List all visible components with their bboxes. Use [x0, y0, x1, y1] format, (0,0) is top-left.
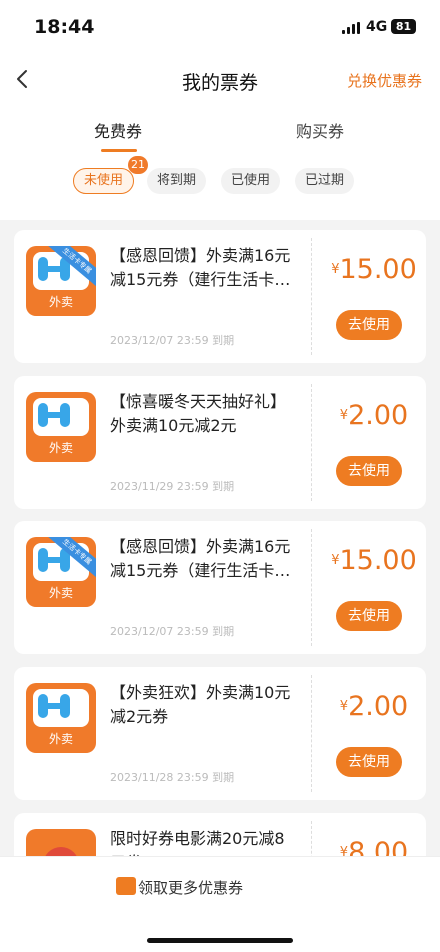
- filter-expired[interactable]: 已过期: [295, 168, 355, 194]
- coupon-title: 【感恩回馈】外卖满16元减15元券（建行生活卡…: [110, 537, 291, 580]
- coupon-price: ¥15.00: [331, 254, 417, 285]
- coupon-title: 【惊喜暖冬天天抽好礼】外卖满10元减2元: [110, 392, 287, 435]
- tab-purchased[interactable]: 购买券: [296, 118, 344, 142]
- filter-expiring[interactable]: 将到期: [147, 168, 207, 194]
- coupon-card[interactable]: 外卖 【惊喜暖冬天天抽好礼】外卖满10元减2元 2023/11/29 23:59…: [14, 376, 426, 509]
- dashed-divider: [311, 529, 312, 646]
- takeout-logo-icon: 生活卡专属 外卖: [26, 246, 96, 316]
- coupon-price: ¥2.00: [339, 691, 409, 722]
- home-indicator: [147, 938, 293, 943]
- logo-label: 外卖: [48, 586, 73, 600]
- coupon-expiry: 2023/11/29 23:59 到期: [110, 480, 235, 493]
- coupon-title: 【外卖狂欢】外卖满10元减2元券: [110, 683, 291, 726]
- takeout-logo-icon: 外卖: [26, 392, 96, 462]
- logo-label: 外卖: [48, 732, 73, 746]
- use-coupon-button[interactable]: 去使用: [336, 456, 402, 486]
- active-tab-indicator: [101, 149, 137, 152]
- coupon-expiry: 2023/12/07 23:59 到期: [110, 334, 235, 347]
- use-coupon-button[interactable]: 去使用: [336, 310, 402, 340]
- coupon-expiry: 2023/12/07 23:59 到期: [110, 625, 235, 638]
- coupon-gift-icon: [116, 877, 136, 895]
- logo-label: 外卖: [48, 441, 73, 455]
- network-label: 4G: [366, 19, 388, 35]
- coupon-price: ¥2.00: [339, 400, 409, 431]
- coupon-expiry: 2023/11/28 23:59 到期: [110, 771, 235, 784]
- coupon-card[interactable]: 生活卡专属 外卖 【感恩回馈】外卖满16元减15元券（建行生活卡… 2023/1…: [14, 521, 426, 654]
- exchange-coupon-link[interactable]: 兑换优惠券: [347, 70, 422, 91]
- coupon-card[interactable]: 生活卡专属 外卖 【感恩回馈】外卖满16元减15元券（建行生活卡… 2023/1…: [14, 230, 426, 363]
- takeout-logo-icon: 外卖: [26, 683, 96, 753]
- unused-count-badge: 21: [128, 156, 148, 174]
- battery-icon: 81: [391, 19, 416, 34]
- tab-bar: 免费券 购买券: [0, 118, 440, 158]
- coupon-card[interactable]: 外卖 【外卖狂欢】外卖满10元减2元券 2023/11/28 23:59 到期 …: [14, 667, 426, 800]
- signal-icon: [342, 22, 362, 34]
- dashed-divider: [311, 384, 312, 501]
- page-header: 我的票券 兑换优惠券 免费券 购买券 未使用 21 将到期 已使用 已过期: [0, 52, 440, 220]
- tab-free[interactable]: 免费券: [94, 118, 142, 142]
- coupon-title: 【感恩回馈】外卖满16元减15元券（建行生活卡…: [110, 246, 291, 289]
- takeout-logo-icon: 生活卡专属 外卖: [26, 537, 96, 607]
- coupon-price: ¥15.00: [331, 545, 417, 576]
- logo-label: 外卖: [48, 295, 73, 309]
- dashed-divider: [311, 238, 312, 355]
- filter-used[interactable]: 已使用: [221, 168, 281, 194]
- use-coupon-button[interactable]: 去使用: [336, 601, 402, 631]
- dashed-divider: [311, 675, 312, 792]
- status-bar: 18:44 4G 81: [0, 0, 440, 52]
- get-more-coupons-link[interactable]: 领取更多优惠券: [138, 877, 243, 898]
- filter-unused[interactable]: 未使用: [73, 168, 135, 194]
- filter-chips: 未使用 21 将到期 已使用 已过期: [0, 156, 440, 200]
- status-time: 18:44: [34, 16, 95, 38]
- use-coupon-button[interactable]: 去使用: [336, 747, 402, 777]
